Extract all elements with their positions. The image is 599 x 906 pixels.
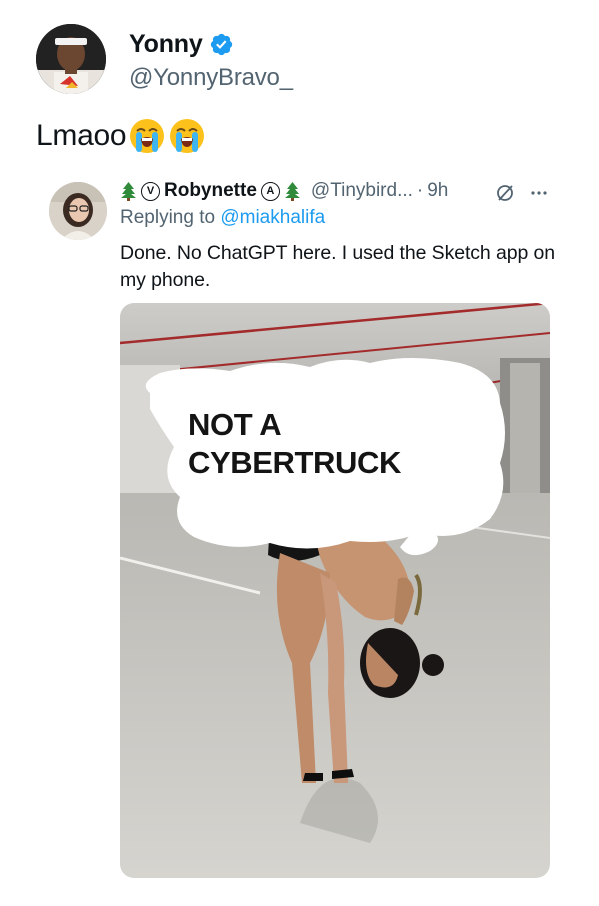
quote-text: Done. No ChatGPT here. I used the Sketch… — [120, 242, 556, 291]
tweet-body: Lmaoo — [36, 117, 206, 155]
christmas-tree-icon — [120, 181, 137, 201]
replying-to-mention[interactable]: @miakhalifa — [220, 207, 325, 228]
emoji-group — [128, 117, 206, 155]
author-handle[interactable]: @YonnyBravo_ — [129, 64, 293, 92]
quote-display-name[interactable]: Robynette — [164, 180, 257, 202]
christmas-tree-icon — [284, 181, 301, 201]
replying-to-label: Replying to — [120, 207, 216, 228]
quote-timestamp[interactable]: 9h — [427, 180, 448, 202]
author-display-name[interactable]: Yonny — [129, 30, 203, 59]
attached-photo[interactable]: NOT A CYBERTRUCK — [120, 303, 550, 878]
loudly-crying-face-icon — [128, 117, 166, 155]
photo-scene — [120, 303, 550, 878]
quote-toolbar — [495, 183, 549, 208]
author-avatar[interactable] — [36, 24, 106, 94]
quote-author-avatar[interactable] — [49, 182, 107, 240]
loudly-crying-face-icon — [168, 117, 206, 155]
photo-caption-text: NOT A CYBERTRUCK — [188, 407, 402, 480]
separator-dot: · — [416, 180, 424, 201]
author-name-line: Yonny — [129, 30, 234, 59]
quote-handle[interactable]: @Tinybird... — [311, 180, 413, 202]
tweet-text: Lmaoo — [36, 119, 127, 152]
replying-to-line: Replying to @miakhalifa — [120, 207, 325, 229]
verified-badge-icon — [209, 32, 234, 57]
circled-letter-badge-right: A — [260, 181, 280, 201]
circled-letter-badge-left: V — [141, 181, 160, 201]
grok-slash-icon[interactable] — [495, 183, 515, 208]
more-options-icon[interactable] — [529, 183, 549, 208]
quote-header: V Robynette A @Tinybird... · 9h — [120, 180, 448, 202]
